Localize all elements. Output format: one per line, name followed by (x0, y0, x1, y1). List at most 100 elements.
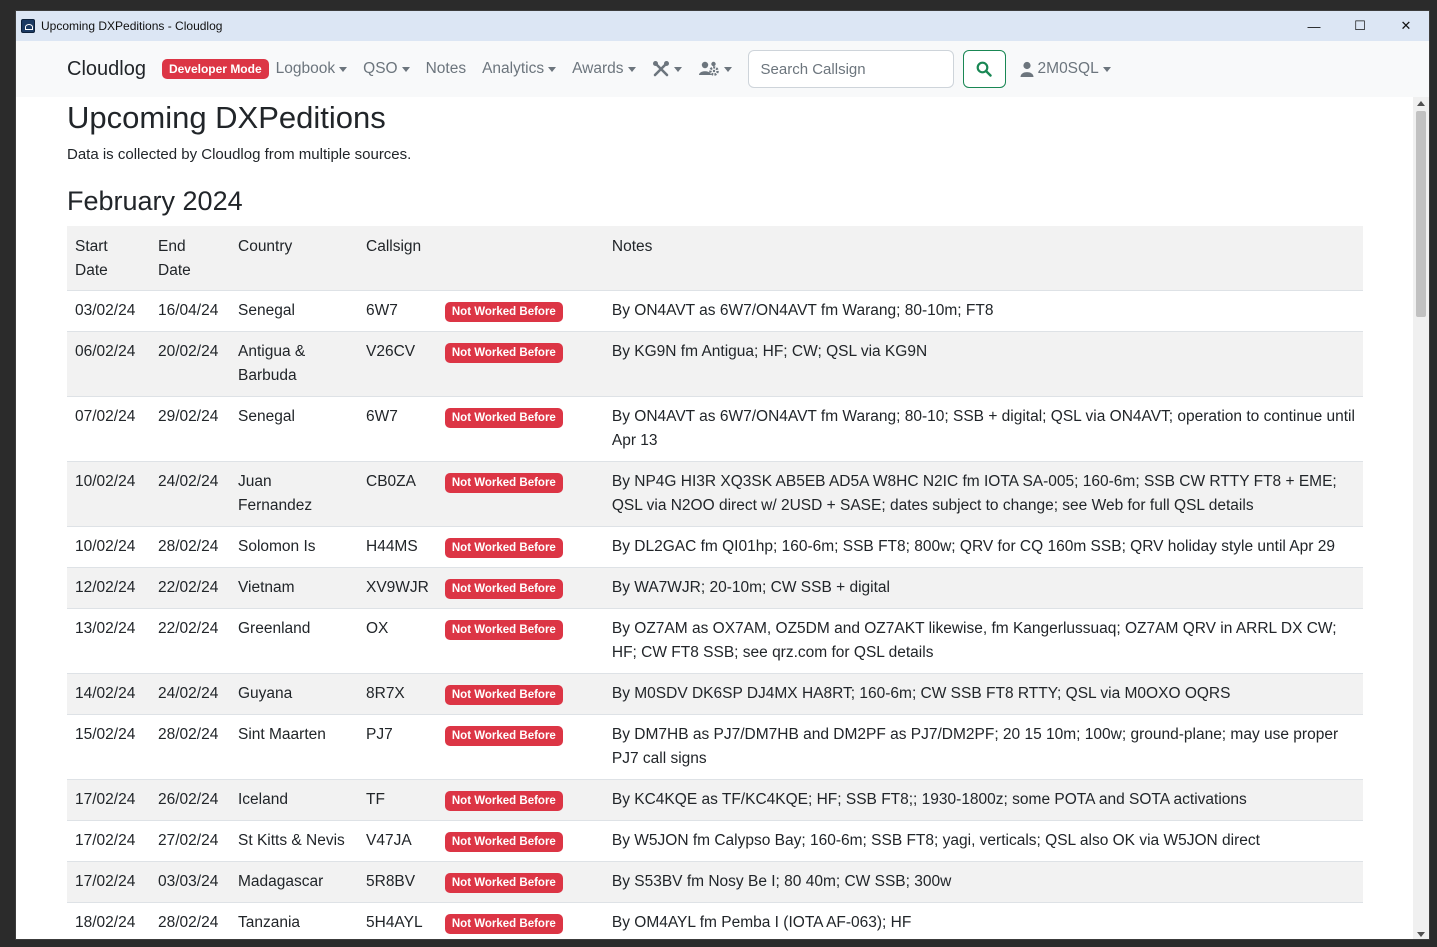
status-cell: Not Worked Before (436, 608, 604, 674)
scroll-up-arrow-icon[interactable] (1417, 101, 1425, 106)
callsign-cell: 5H4AYL (358, 902, 437, 939)
header-callsign[interactable]: Callsign (358, 226, 437, 291)
caret-down-icon (339, 66, 348, 72)
nav-awards[interactable]: Awards (572, 60, 636, 78)
table-row: 03/02/24 16/04/24 Senegal 6W7 Not Worked Bef… (67, 290, 1363, 332)
users-cog-icon (698, 60, 720, 78)
start-date-cell: 14/02/24 (67, 673, 150, 715)
header-country[interactable]: Country (230, 226, 358, 291)
table-row: 10/02/24 24/02/24 Juan Fernandez CB0ZA Not W… (67, 461, 1363, 527)
search-button[interactable] (962, 50, 1006, 88)
notes-cell: By KG9N fm Antigua; HF; CW; QSL via KG9N (603, 331, 1363, 397)
table-row: 17/02/24 03/03/24 Madagascar 5R8BV Not Worke… (67, 861, 1363, 903)
status-cell: Not Worked Before (436, 461, 604, 527)
nav-notes[interactable]: Notes (426, 60, 467, 78)
not-worked-badge: Not Worked Before (444, 831, 563, 852)
status-cell: Not Worked Before (436, 861, 604, 903)
search-callsign-input[interactable] (747, 50, 954, 88)
callsign-cell: TF (358, 779, 437, 821)
scroll-down-arrow-icon[interactable] (1417, 932, 1425, 937)
callsign-cell: 6W7 (358, 290, 437, 332)
nav-awards-label: Awards (572, 60, 624, 77)
window-title: Upcoming DXPeditions - Cloudlog (41, 19, 223, 33)
status-cell: Not Worked Before (436, 820, 604, 862)
country-cell: Vietnam (230, 567, 358, 609)
end-date-cell: 20/02/24 (150, 331, 230, 397)
scrollbar-thumb[interactable] (1416, 111, 1426, 317)
start-date-cell: 03/02/24 (67, 290, 150, 332)
main-content: Upcoming DXPeditions Data is collected b… (67, 97, 1363, 939)
callsign-cell: XV9WJR (358, 567, 437, 609)
country-cell: Senegal (230, 396, 358, 462)
not-worked-badge: Not Worked Before (444, 872, 563, 893)
caret-down-icon (723, 66, 732, 72)
table-row: 07/02/24 29/02/24 Senegal 6W7 Not Worked Bef… (67, 396, 1363, 462)
country-cell: Guyana (230, 673, 358, 715)
not-worked-badge: Not Worked Before (444, 913, 563, 934)
user-callsign: 2M0SQL (1037, 60, 1099, 77)
callsign-cell: 8R7X (358, 673, 437, 715)
user-menu[interactable]: 2M0SQL (1020, 60, 1111, 78)
vertical-scrollbar[interactable] (1413, 97, 1429, 939)
country-cell: Juan Fernandez (230, 461, 358, 527)
page-title: Upcoming DXPeditions (67, 100, 386, 135)
table-row: 17/02/24 26/02/24 Iceland TF Not Worked Befo… (67, 779, 1363, 821)
notes-cell: By S53BV fm Nosy Be I; 80 40m; CW SSB; 3… (603, 861, 1363, 903)
not-worked-badge: Not Worked Before (444, 407, 563, 428)
caret-down-icon (401, 66, 410, 72)
nav-qso[interactable]: QSO (363, 60, 410, 78)
notes-cell: By ON4AVT as 6W7/ON4AVT fm Warang; 80-10… (603, 396, 1363, 462)
start-date-cell: 17/02/24 (67, 820, 150, 862)
not-worked-badge: Not Worked Before (444, 537, 563, 558)
maximize-button[interactable]: ☐ (1337, 11, 1383, 41)
status-cell: Not Worked Before (436, 714, 604, 780)
not-worked-badge: Not Worked Before (444, 472, 563, 493)
country-cell: Madagascar (230, 861, 358, 903)
nav-logbook[interactable]: Logbook (276, 60, 348, 78)
start-date-cell: 06/02/24 (67, 331, 150, 397)
brand-link[interactable]: Cloudlog (67, 58, 146, 81)
callsign-cell: 5R8BV (358, 861, 437, 903)
header-end-date[interactable]: End Date (150, 226, 230, 291)
status-cell: Not Worked Before (436, 290, 604, 332)
table-body: 03/02/24 16/04/24 Senegal 6W7 Not Worked Bef… (67, 290, 1363, 939)
callsign-cell: V26CV (358, 331, 437, 397)
search-icon (976, 61, 992, 77)
callsign-cell: OX (358, 608, 437, 674)
nav-qso-label: QSO (363, 60, 398, 77)
tools-icon (652, 60, 670, 78)
country-cell: Iceland (230, 779, 358, 821)
country-cell: Solomon Is (230, 526, 358, 568)
page-subtitle: Data is collected by Cloudlog from multi… (67, 146, 412, 163)
table-row: 12/02/24 22/02/24 Vietnam XV9WJR Not Worked … (67, 567, 1363, 609)
user-icon (1020, 61, 1034, 77)
table-row: 15/02/24 28/02/24 Sint Maarten PJ7 Not Worke… (67, 714, 1363, 780)
status-cell: Not Worked Before (436, 567, 604, 609)
start-date-cell: 18/02/24 (67, 902, 150, 939)
header-start-date[interactable]: Start Date (67, 226, 150, 291)
end-date-cell: 29/02/24 (150, 396, 230, 462)
country-cell: Sint Maarten (230, 714, 358, 780)
status-cell: Not Worked Before (436, 902, 604, 939)
caret-down-icon (673, 66, 682, 72)
header-notes[interactable]: Notes (603, 226, 1363, 291)
end-date-cell: 22/02/24 (150, 608, 230, 674)
close-button[interactable]: ✕ (1383, 11, 1429, 41)
end-date-cell: 22/02/24 (150, 567, 230, 609)
developer-mode-badge: Developer Mode (161, 59, 269, 79)
status-cell: Not Worked Before (436, 526, 604, 568)
minimize-button[interactable]: — (1291, 11, 1337, 41)
table-row: 18/02/24 28/02/24 Tanzania 5H4AYL Not Worked… (67, 902, 1363, 939)
header-status (436, 226, 604, 291)
callsign-cell: V47JA (358, 820, 437, 862)
country-cell: St Kitts & Nevis (230, 820, 358, 862)
country-cell: Antigua & Barbuda (230, 331, 358, 397)
country-cell: Tanzania (230, 902, 358, 939)
table-header-row: Start Date End Date Country Callsign Not… (67, 226, 1363, 291)
nav-tools-menu[interactable] (652, 60, 682, 78)
nav-analytics[interactable]: Analytics (482, 60, 557, 78)
start-date-cell: 10/02/24 (67, 526, 150, 568)
end-date-cell: 24/02/24 (150, 673, 230, 715)
nav-admin-menu[interactable] (698, 60, 732, 78)
browser-window: Upcoming DXPeditions - Cloudlog — ☐ ✕ Cl… (15, 10, 1430, 940)
